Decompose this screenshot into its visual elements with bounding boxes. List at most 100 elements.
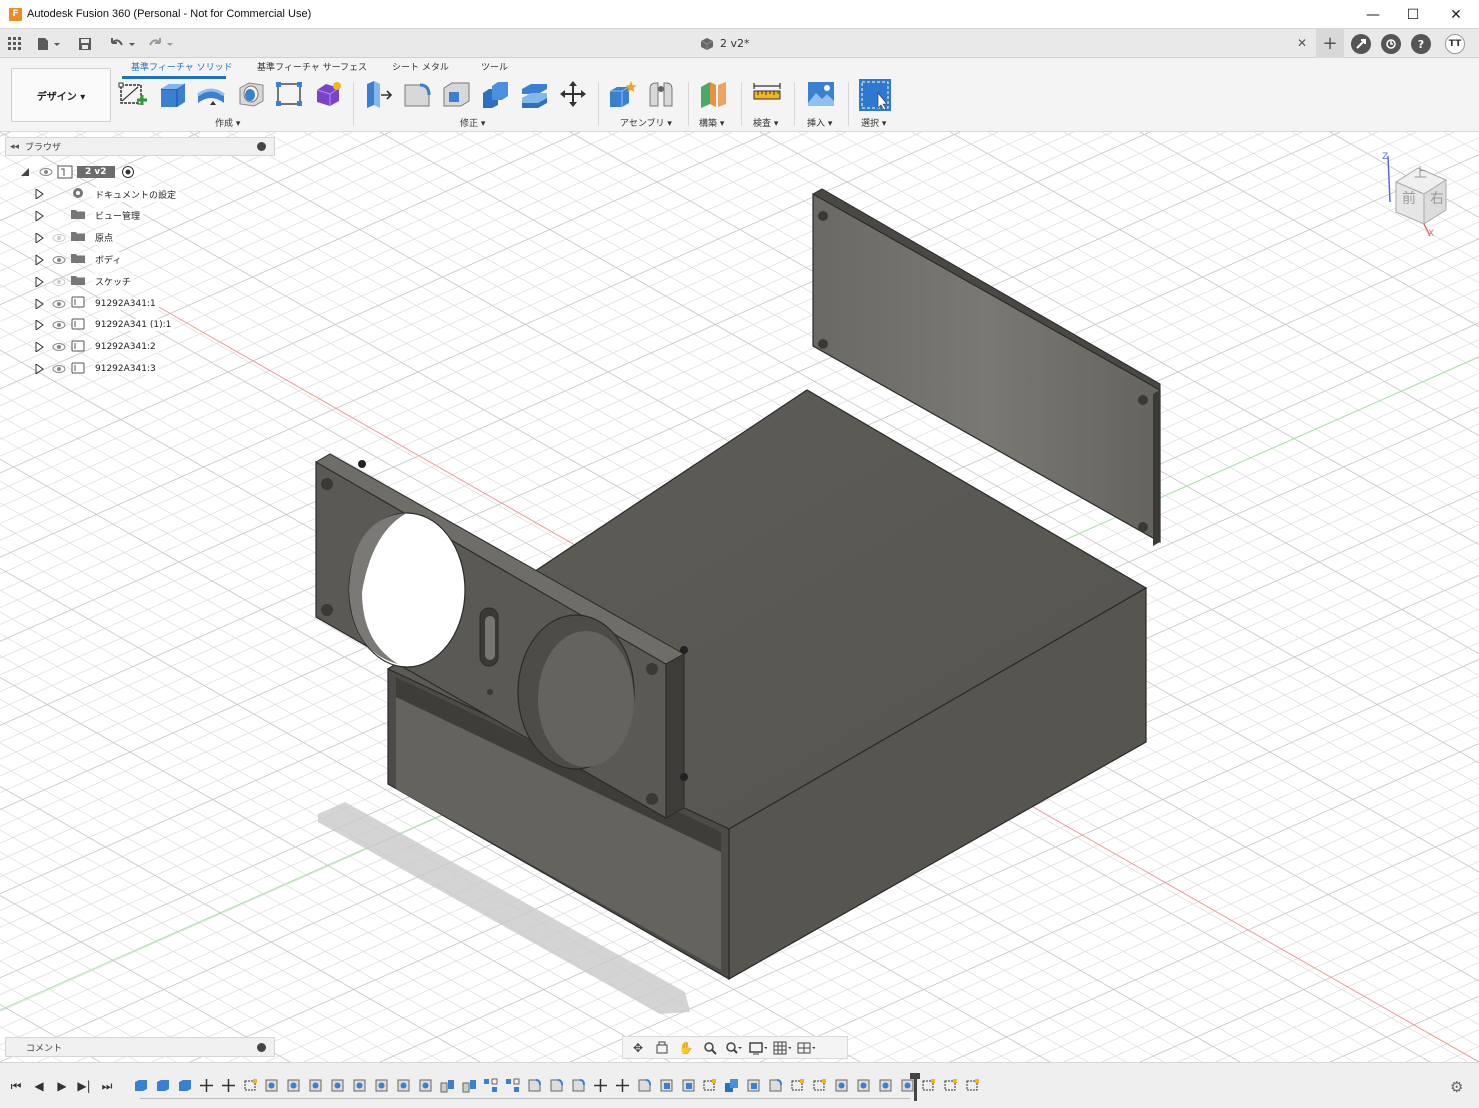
timeline-feature-pattern-icon[interactable] [505,1078,520,1093]
collapsed-triangle-icon[interactable] [35,320,44,331]
timeline-feature-sketch-icon[interactable] [965,1078,980,1093]
look-at-icon[interactable] [653,1040,671,1056]
add-comment-icon[interactable] [257,1043,266,1052]
help-icon[interactable]: ? [1411,34,1431,54]
timeline-feature-fillet-icon[interactable] [768,1078,783,1093]
close-window-button[interactable]: ✕ [1433,0,1479,29]
visibility-eye-icon[interactable] [52,320,66,330]
inspect-menu[interactable]: 検査 ▾ [753,116,778,129]
new-tab-button[interactable]: + [1316,29,1344,58]
construct-menu[interactable]: 構築 ▾ [699,116,724,129]
viewports-icon[interactable] [797,1040,815,1056]
visibility-eye-icon[interactable] [52,342,66,352]
timeline-feature-sketch-icon[interactable] [812,1078,827,1093]
timeline-last-icon[interactable]: ⏭ [100,1079,114,1093]
file-menu-icon[interactable] [36,35,62,52]
save-icon[interactable] [78,35,92,52]
timeline-feature-sketch-icon[interactable] [790,1078,805,1093]
visibility-eye-icon[interactable] [52,299,66,309]
browser-item[interactable]: 原点 [35,228,117,248]
pattern-icon[interactable] [274,79,304,109]
timeline-feature-hole-icon[interactable] [374,1078,389,1093]
timeline-feature-hole-icon[interactable] [264,1078,279,1093]
timeline-first-icon[interactable]: ⏮ [9,1079,23,1093]
timeline-feature-shell-icon[interactable] [746,1078,761,1093]
insert-image-icon[interactable] [806,79,836,109]
timeline-feature-hole-icon[interactable] [396,1078,411,1093]
create-sketch-icon[interactable] [118,79,148,109]
extensions-icon[interactable] [1351,34,1371,54]
timeline-next-icon[interactable]: ▶| [77,1079,91,1093]
timeline-feature-shell-icon[interactable] [659,1078,674,1093]
visibility-eye-icon[interactable] [52,233,66,243]
browser-item[interactable]: ボディ [35,250,125,270]
close-tab-icon[interactable]: ✕ [1297,36,1307,50]
browser-item[interactable]: スケッチ [35,272,135,292]
new-component-icon[interactable] [607,79,637,109]
activate-radio-icon[interactable] [121,165,135,179]
joint-icon[interactable] [646,79,676,109]
browser-pin-icon[interactable] [257,142,266,151]
browser-item[interactable]: ビュー管理 [35,206,144,226]
timeline-feature-hole-icon[interactable] [330,1078,345,1093]
pan-hand-icon[interactable]: ✋ [677,1040,695,1056]
timeline-feature-hole-icon[interactable] [286,1078,301,1093]
timeline-feature-fillet-icon[interactable] [571,1078,586,1093]
collapsed-triangle-icon[interactable] [35,210,44,221]
create-menu[interactable]: 作成 ▾ [215,116,240,129]
insert-menu[interactable]: 挿入 ▾ [807,116,832,129]
timeline-feature-pattern-icon[interactable] [483,1078,498,1093]
timeline-feature-combine-icon[interactable] [724,1078,739,1093]
timeline-feature-extrude-icon[interactable] [155,1078,170,1093]
timeline-settings-gear-icon[interactable]: ⚙ [1450,1078,1463,1096]
timeline-feature-fillet-icon[interactable] [549,1078,564,1093]
tab-sheet-metal[interactable]: シート メタル [392,60,449,73]
browser-header[interactable]: ◂◂ ブラウザ [5,137,275,156]
move-copy-icon[interactable] [558,79,588,109]
orbit-icon[interactable]: ✥ [629,1040,647,1056]
timeline-feature-hole-icon[interactable] [308,1078,323,1093]
comments-panel[interactable]: コメント [5,1037,275,1057]
timeline-feature-sketch-icon[interactable] [921,1078,936,1093]
timeline-feature-move-icon[interactable] [221,1078,236,1093]
expanded-triangle-icon[interactable] [20,167,29,177]
timeline-feature-joint-icon[interactable] [440,1078,455,1093]
hole-icon[interactable] [235,79,265,109]
visibility-eye-icon[interactable] [52,364,66,374]
timeline-feature-sketch-icon[interactable] [943,1078,958,1093]
browser-item[interactable]: 91292A341:2 [35,337,159,357]
workspace-switcher-button[interactable]: デザイン ▾ [11,68,111,122]
extrude-icon[interactable] [157,79,187,109]
browser-item[interactable]: 91292A341:1 [35,294,159,314]
timeline-feature-joint-icon[interactable] [462,1078,477,1093]
revolve-icon[interactable] [196,79,226,109]
maximize-button[interactable]: ☐ [1390,0,1436,29]
collapsed-triangle-icon[interactable] [35,298,44,309]
collapsed-triangle-icon[interactable] [35,232,44,243]
fillet-icon[interactable] [402,79,432,109]
visibility-eye-icon[interactable] [39,167,53,177]
timeline-feature-sketch-icon[interactable] [702,1078,717,1093]
timeline-feature-hole-icon[interactable] [352,1078,367,1093]
shell-icon[interactable] [441,79,471,109]
timeline-feature-move-icon[interactable] [593,1078,608,1093]
zoom-icon[interactable] [701,1040,719,1056]
visibility-eye-icon[interactable] [52,255,66,265]
tab-document[interactable]: 2 v2* [700,29,750,58]
undo-icon[interactable] [108,35,138,52]
viewcube[interactable]: 上 前 右 Z X [1378,152,1458,242]
timeline-feature-hole-icon[interactable] [418,1078,433,1093]
timeline-feature-fillet-icon[interactable] [527,1078,542,1093]
redo-icon[interactable] [146,35,176,52]
fit-zoom-icon[interactable] [725,1040,743,1056]
browser-item[interactable]: 91292A341:3 [35,359,159,379]
timeline-marker-head[interactable] [910,1073,920,1079]
collapsed-triangle-icon[interactable] [35,189,44,199]
select-menu[interactable]: 選択 ▾ [861,116,886,129]
timeline-feature-hole-icon[interactable] [856,1078,871,1093]
tab-tools[interactable]: ツール [481,60,508,73]
visibility-eye-icon[interactable] [52,277,66,287]
timeline-feature-extrude-icon[interactable] [133,1078,148,1093]
assemble-menu[interactable]: アセンブリ ▾ [620,116,672,129]
display-settings-icon[interactable] [749,1040,767,1056]
